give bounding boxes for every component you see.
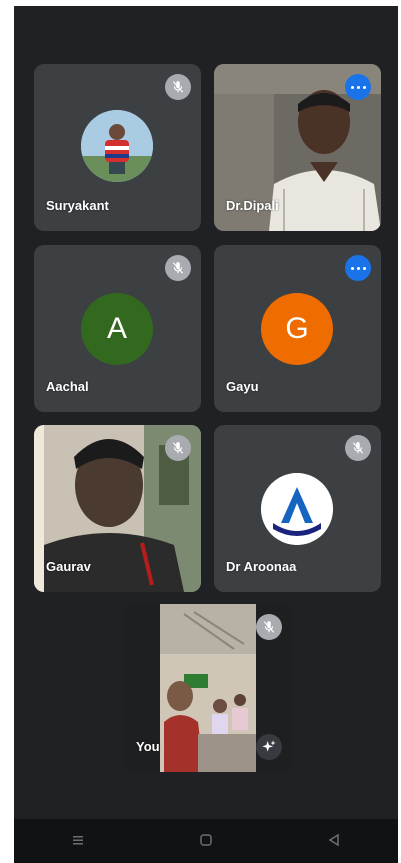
avatar-photo bbox=[81, 110, 153, 182]
participant-name: You bbox=[136, 739, 160, 754]
mic-off-icon bbox=[165, 74, 191, 100]
system-navigation-bar bbox=[14, 819, 398, 863]
more-options-icon[interactable] bbox=[345, 74, 371, 100]
avatar-initial: G bbox=[261, 293, 333, 365]
participant-tile-dr-aroonaa[interactable]: Dr Aroonaa bbox=[214, 425, 381, 592]
participant-tile-gayu[interactable]: G Gayu bbox=[214, 245, 381, 412]
participant-name: Gaurav bbox=[46, 559, 91, 574]
mic-off-icon bbox=[165, 435, 191, 461]
home-icon[interactable] bbox=[186, 833, 226, 850]
participant-name: Dr Aroonaa bbox=[226, 559, 297, 574]
recent-apps-icon[interactable] bbox=[58, 833, 98, 849]
participant-tile-aachal[interactable]: A Aachal bbox=[34, 245, 201, 412]
mic-off-icon bbox=[165, 255, 191, 281]
meeting-screen: Suryakant Dr.Dipali A Aachal G Gayu Gaur… bbox=[14, 6, 398, 863]
back-icon[interactable] bbox=[314, 833, 354, 850]
participant-tile-dr-dipali[interactable]: Dr.Dipali bbox=[214, 64, 381, 231]
avatar-logo bbox=[261, 473, 333, 545]
participant-name: Aachal bbox=[46, 379, 89, 394]
avatar-initial: A bbox=[81, 293, 153, 365]
participant-tile-suryakant[interactable]: Suryakant bbox=[34, 64, 201, 231]
mic-off-icon bbox=[256, 614, 282, 640]
participant-name: Gayu bbox=[226, 379, 259, 394]
sparkle-effects-icon[interactable] bbox=[256, 734, 282, 760]
participant-name: Suryakant bbox=[46, 198, 109, 213]
more-options-icon[interactable] bbox=[345, 255, 371, 281]
mic-off-icon bbox=[345, 435, 371, 461]
participant-tile-gaurav[interactable]: Gaurav bbox=[34, 425, 201, 592]
self-view-tile[interactable]: You bbox=[124, 604, 292, 772]
participant-name: Dr.Dipali bbox=[226, 198, 279, 213]
